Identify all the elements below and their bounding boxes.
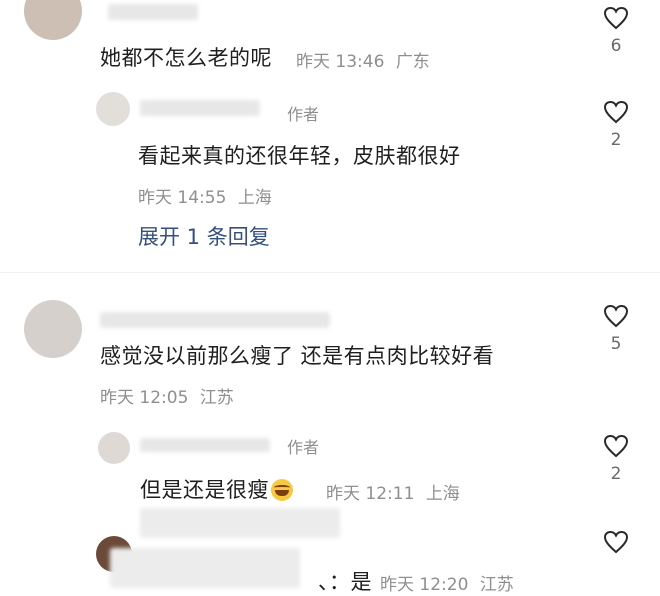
comment-meta: 昨天 12:20 江苏 xyxy=(380,570,514,595)
comment-time: 昨天 12:05 xyxy=(100,388,189,408)
comment-meta: 昨天 12:11 上海 xyxy=(326,479,460,504)
heart-icon xyxy=(603,530,629,554)
heart-icon xyxy=(603,6,629,30)
like-button[interactable]: 2 xyxy=(598,434,634,484)
avatar[interactable] xyxy=(24,0,82,40)
author-tag: 作者 xyxy=(287,438,320,457)
comment-text: 感觉没以前那么瘦了 还是有点肉比较好看 xyxy=(100,344,495,368)
like-count: 2 xyxy=(610,130,622,150)
like-button[interactable]: 2 xyxy=(598,100,634,150)
like-count: 5 xyxy=(610,334,622,354)
laughing-tears-emoji-icon xyxy=(271,479,293,501)
username-blurred xyxy=(140,100,260,116)
username-blurred xyxy=(140,438,270,452)
heart-icon xyxy=(603,304,629,328)
comment-location: 上海 xyxy=(237,188,272,208)
username-blurred xyxy=(108,4,198,20)
comment-text-body: 但是还是很瘦 xyxy=(140,478,269,502)
avatar[interactable] xyxy=(98,432,130,464)
avatar[interactable] xyxy=(24,300,82,358)
comment-time: 昨天 12:20 xyxy=(380,575,469,595)
username-blurred xyxy=(100,312,330,328)
like-button[interactable]: 6 xyxy=(598,6,634,56)
avatar[interactable] xyxy=(96,92,130,126)
heart-icon xyxy=(603,100,629,124)
like-count: 6 xyxy=(610,36,622,56)
like-button[interactable]: 5 xyxy=(598,304,634,354)
comment-text: 但是还是很瘦 xyxy=(140,474,293,504)
comment-time: 昨天 13:46 xyxy=(296,52,385,72)
blurred-content xyxy=(140,508,340,538)
like-button[interactable] xyxy=(598,530,634,554)
divider xyxy=(0,272,660,273)
blurred-content xyxy=(110,548,300,588)
comment-text: 她都不怎么老的呢 xyxy=(100,46,272,70)
like-count: 2 xyxy=(610,464,622,484)
comment-time: 昨天 14:55 xyxy=(138,188,227,208)
author-tag: 作者 xyxy=(287,105,320,124)
comment-location: 上海 xyxy=(425,484,460,504)
comment-meta: 昨天 12:05 江苏 xyxy=(100,383,234,408)
comment-text: 看起来真的还很年轻，皮肤都很好 xyxy=(138,144,461,168)
comment-location: 江苏 xyxy=(479,575,514,595)
expand-replies-link[interactable]: 展开 1 条回复 xyxy=(138,221,270,251)
heart-icon xyxy=(603,434,629,458)
comment-meta: 昨天 14:55 上海 xyxy=(138,183,272,208)
comment-location: 江苏 xyxy=(199,388,234,408)
comment-meta: 昨天 13:46 广东 xyxy=(296,47,430,72)
comment-location: 广东 xyxy=(395,52,430,72)
comment-time: 昨天 12:11 xyxy=(326,484,415,504)
comment-text: 、：是 xyxy=(318,570,372,594)
